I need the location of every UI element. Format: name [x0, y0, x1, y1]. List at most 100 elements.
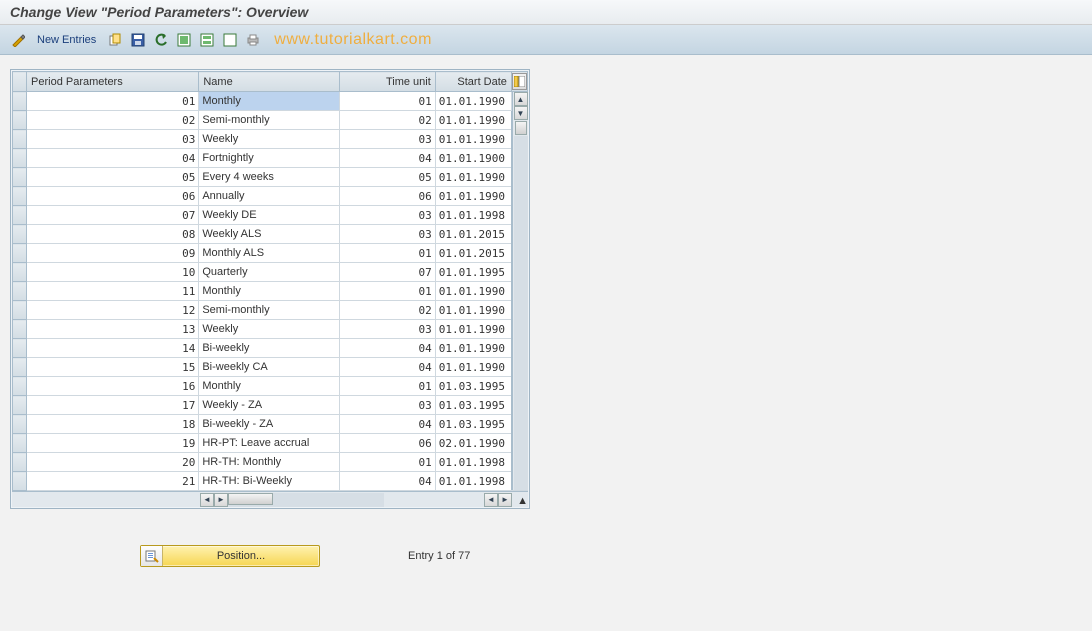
cell-time-unit[interactable]: 03	[339, 320, 435, 339]
deselect-all-icon[interactable]	[220, 30, 240, 50]
cell-period-parameter[interactable]: 10	[27, 263, 199, 282]
cell-start-date[interactable]: 01.01.1990	[435, 320, 511, 339]
row-selector[interactable]	[13, 415, 27, 434]
row-selector[interactable]	[13, 149, 27, 168]
cell-start-date[interactable]: 01.01.1990	[435, 111, 511, 130]
row-selector[interactable]	[13, 472, 27, 491]
cell-start-date[interactable]: 01.01.1990	[435, 130, 511, 149]
cell-period-parameter[interactable]: 05	[27, 168, 199, 187]
cell-name[interactable]: Weekly DE	[199, 206, 339, 225]
cell-period-parameter[interactable]: 15	[27, 358, 199, 377]
table-row[interactable]: 09Monthly ALS0101.01.2015	[13, 244, 528, 263]
row-selector[interactable]	[13, 358, 27, 377]
print-icon[interactable]	[243, 30, 263, 50]
cell-start-date[interactable]: 01.01.1995	[435, 263, 511, 282]
cell-period-parameter[interactable]: 20	[27, 453, 199, 472]
cell-time-unit[interactable]: 02	[339, 301, 435, 320]
cell-start-date[interactable]: 01.01.1998	[435, 472, 511, 491]
cell-name[interactable]: Bi-weekly - ZA	[199, 415, 339, 434]
table-row[interactable]: 14Bi-weekly0401.01.1990	[13, 339, 528, 358]
cell-period-parameter[interactable]: 11	[27, 282, 199, 301]
cell-period-parameter[interactable]: 16	[27, 377, 199, 396]
cell-name[interactable]: Quarterly	[199, 263, 339, 282]
configure-columns-icon[interactable]	[512, 73, 527, 90]
cell-time-unit[interactable]: 01	[339, 453, 435, 472]
row-selector[interactable]	[13, 453, 27, 472]
scroll-track[interactable]	[514, 136, 528, 490]
undo-icon[interactable]	[151, 30, 171, 50]
cell-time-unit[interactable]: 04	[339, 472, 435, 491]
table-row[interactable]: 17Weekly - ZA0301.03.1995	[13, 396, 528, 415]
row-selector[interactable]	[13, 263, 27, 282]
cell-name[interactable]: Semi-monthly	[199, 301, 339, 320]
scroll-left2-icon[interactable]: ◄	[484, 493, 498, 507]
hscroll-thumb[interactable]	[228, 493, 273, 505]
table-row[interactable]: 06Annually0601.01.1990	[13, 187, 528, 206]
row-selector[interactable]	[13, 111, 27, 130]
cell-start-date[interactable]: 01.01.1990	[435, 187, 511, 206]
cell-name[interactable]: Weekly	[199, 320, 339, 339]
cell-name[interactable]: Monthly	[199, 282, 339, 301]
hscroll-track[interactable]	[228, 493, 384, 507]
scroll-right2-icon[interactable]: ►	[498, 493, 512, 507]
scroll-thumb[interactable]	[515, 121, 527, 135]
select-all-icon[interactable]	[174, 30, 194, 50]
cell-name[interactable]: Weekly	[199, 130, 339, 149]
col-header-start-date[interactable]: Start Date	[435, 72, 511, 92]
cell-start-date[interactable]: 01.03.1995	[435, 396, 511, 415]
cell-start-date[interactable]: 01.03.1995	[435, 415, 511, 434]
cell-name[interactable]: Every 4 weeks	[199, 168, 339, 187]
scroll-left-icon[interactable]: ◄	[200, 493, 214, 507]
cell-start-date[interactable]: 01.01.1990	[435, 92, 511, 111]
row-selector[interactable]	[13, 377, 27, 396]
row-up-icon[interactable]: ▲	[517, 495, 528, 507]
vertical-scrollbar[interactable]: ▲ ▼	[512, 92, 528, 490]
cell-start-date[interactable]: 01.03.1995	[435, 377, 511, 396]
cell-start-date[interactable]: 01.01.2015	[435, 225, 511, 244]
cell-start-date[interactable]: 01.01.1990	[435, 168, 511, 187]
row-selector-header[interactable]	[13, 72, 27, 92]
cell-period-parameter[interactable]: 04	[27, 149, 199, 168]
scroll-right-icon[interactable]: ►	[214, 493, 228, 507]
table-row[interactable]: 08Weekly ALS0301.01.2015	[13, 225, 528, 244]
table-row[interactable]: 18Bi-weekly - ZA0401.03.1995	[13, 415, 528, 434]
cell-start-date[interactable]: 01.01.1990	[435, 301, 511, 320]
cell-period-parameter[interactable]: 18	[27, 415, 199, 434]
change-icon[interactable]	[8, 30, 28, 50]
copy-icon[interactable]	[105, 30, 125, 50]
cell-start-date[interactable]: 01.01.1998	[435, 453, 511, 472]
row-selector[interactable]	[13, 301, 27, 320]
cell-time-unit[interactable]: 01	[339, 244, 435, 263]
row-selector[interactable]	[13, 92, 27, 111]
cell-time-unit[interactable]: 03	[339, 130, 435, 149]
cell-start-date[interactable]: 02.01.1990	[435, 434, 511, 453]
row-selector[interactable]	[13, 320, 27, 339]
cell-time-unit[interactable]: 04	[339, 415, 435, 434]
cell-name[interactable]: Annually	[199, 187, 339, 206]
cell-name[interactable]: Semi-monthly	[199, 111, 339, 130]
cell-period-parameter[interactable]: 08	[27, 225, 199, 244]
cell-time-unit[interactable]: 03	[339, 225, 435, 244]
cell-time-unit[interactable]: 04	[339, 358, 435, 377]
cell-time-unit[interactable]: 02	[339, 111, 435, 130]
cell-name[interactable]: HR-PT: Leave accrual	[199, 434, 339, 453]
col-header-time-unit[interactable]: Time unit	[339, 72, 435, 92]
cell-time-unit[interactable]: 04	[339, 149, 435, 168]
cell-start-date[interactable]: 01.01.1998	[435, 206, 511, 225]
cell-name[interactable]: Monthly	[199, 92, 339, 111]
cell-time-unit[interactable]: 05	[339, 168, 435, 187]
cell-period-parameter[interactable]: 19	[27, 434, 199, 453]
table-row[interactable]: 12Semi-monthly0201.01.1990	[13, 301, 528, 320]
cell-start-date[interactable]: 01.01.1990	[435, 339, 511, 358]
table-row[interactable]: 16Monthly0101.03.1995	[13, 377, 528, 396]
cell-name[interactable]: Monthly	[199, 377, 339, 396]
table-row[interactable]: 04Fortnightly0401.01.1900	[13, 149, 528, 168]
cell-time-unit[interactable]: 03	[339, 206, 435, 225]
cell-name[interactable]: Monthly ALS	[199, 244, 339, 263]
row-selector[interactable]	[13, 434, 27, 453]
cell-time-unit[interactable]: 01	[339, 377, 435, 396]
cell-period-parameter[interactable]: 06	[27, 187, 199, 206]
cell-time-unit[interactable]: 07	[339, 263, 435, 282]
cell-period-parameter[interactable]: 07	[27, 206, 199, 225]
table-row[interactable]: 21HR-TH: Bi-Weekly0401.01.1998	[13, 472, 528, 491]
